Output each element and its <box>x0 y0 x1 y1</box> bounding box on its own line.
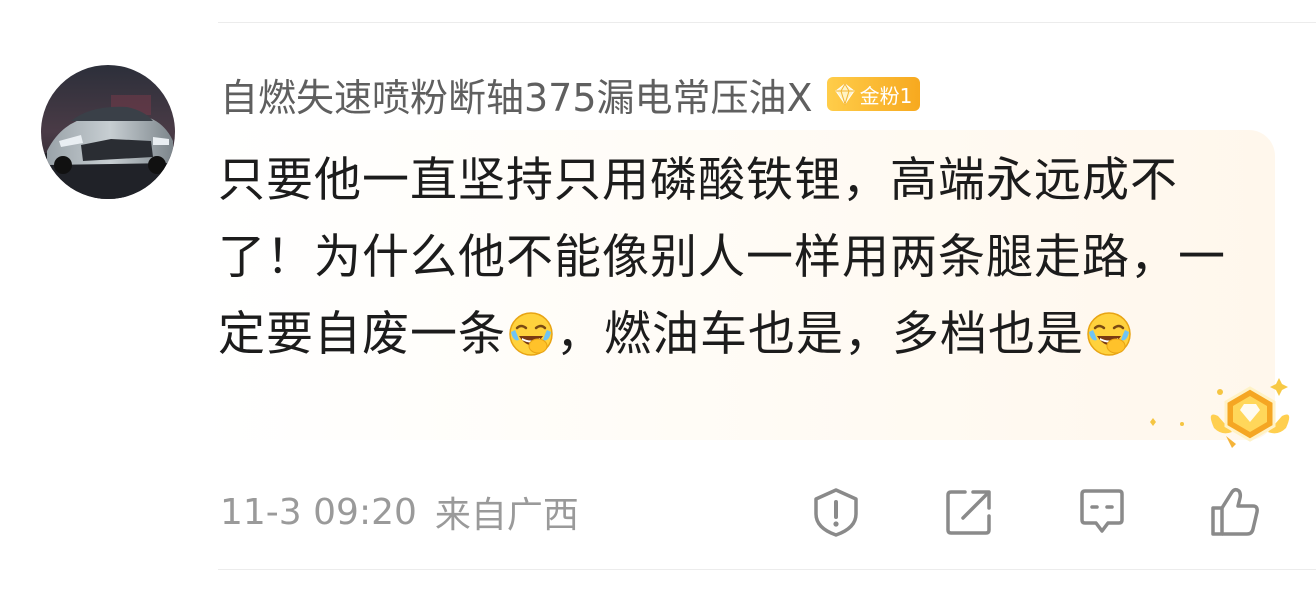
fan-badge[interactable]: 金粉1 <box>826 77 921 111</box>
comment-text-part-2: ，燃油车也是，多档也是 <box>556 307 1084 362</box>
avatar[interactable] <box>41 65 175 199</box>
action-bar <box>800 480 1290 544</box>
divider-bottom <box>218 569 1316 570</box>
comment-button[interactable] <box>1070 480 1134 544</box>
comment-icon <box>1080 489 1124 533</box>
location: 来自广西 <box>434 495 579 536</box>
timestamp: 11-3 09:20 <box>220 491 417 533</box>
like-button[interactable] <box>1203 480 1267 544</box>
like-icon <box>1211 487 1259 536</box>
car-avatar-image <box>41 65 175 199</box>
divider-top <box>218 22 1316 23</box>
share-icon <box>946 490 991 535</box>
laugh-cry-emoji-icon <box>509 312 553 356</box>
gold-fan-medal-icon <box>1150 378 1290 448</box>
fan-badge-label: 金粉1 <box>859 83 913 108</box>
report-button[interactable] <box>804 480 868 544</box>
name-row: 自燃失速喷粉断轴375漏电常压油X 金粉1 <box>220 66 921 122</box>
report-icon <box>814 488 858 537</box>
comment-text: 只要他一直坚持只用磷酸铁锂，高端永远成不了！为什么他不能像别人一样用两条腿走路，… <box>218 142 1233 373</box>
username[interactable]: 自燃失速喷粉断轴375漏电常压油X <box>220 67 813 122</box>
comment-card: 自燃失速喷粉断轴375漏电常压油X 金粉1 只要他一直坚持只用磷酸铁锂，高端永远… <box>0 0 1316 598</box>
meta-row: 11-3 09:20 来自广西 <box>220 484 579 540</box>
diamond-icon <box>834 82 855 106</box>
share-button[interactable] <box>937 480 1001 544</box>
laugh-cry-emoji-icon <box>1087 312 1131 356</box>
